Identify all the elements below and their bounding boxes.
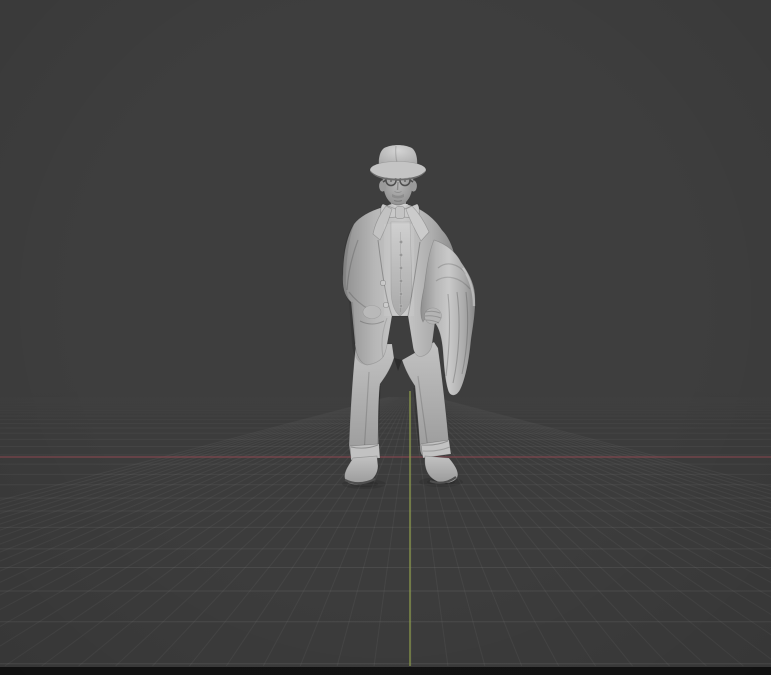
ear-right	[410, 180, 417, 192]
ear-left	[379, 180, 386, 192]
letterbox-bar	[0, 667, 771, 675]
viewport-3d[interactable]: Gray figurine of a man wearing a fedora,…	[0, 0, 771, 675]
horizon-haze	[0, 390, 771, 426]
right-hand	[424, 307, 442, 325]
